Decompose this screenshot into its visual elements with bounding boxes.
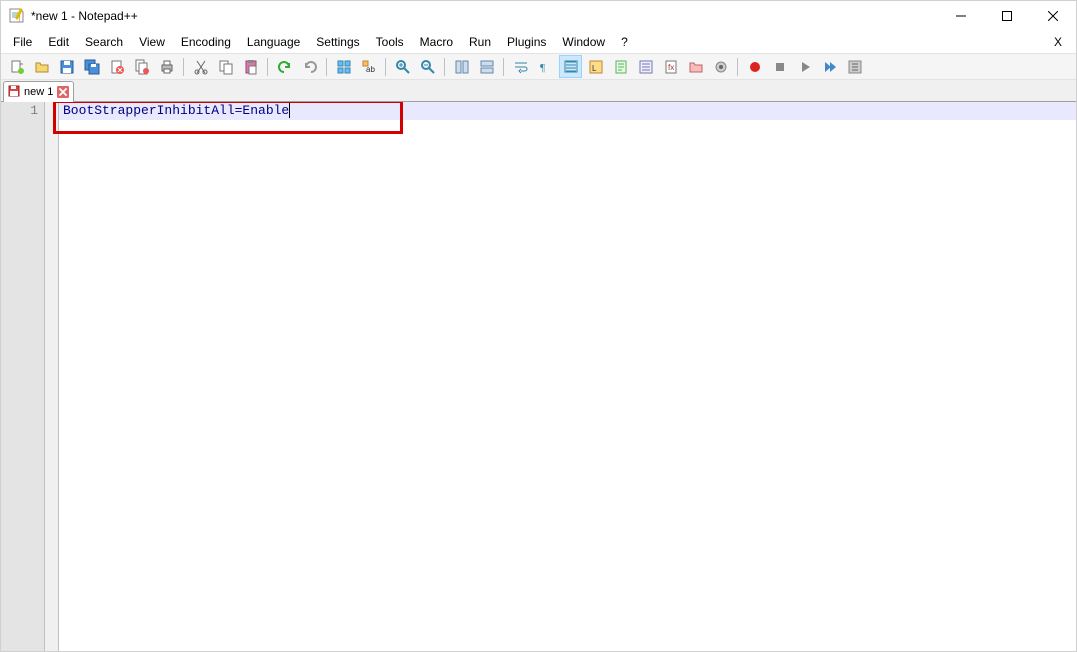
record-macro-button[interactable] bbox=[743, 55, 766, 78]
menu-file[interactable]: File bbox=[5, 33, 40, 51]
window-title: *new 1 - Notepad++ bbox=[31, 9, 138, 23]
doc-map-button[interactable] bbox=[609, 55, 632, 78]
wordwrap-button[interactable] bbox=[509, 55, 532, 78]
editor[interactable]: 1 BootStrapperInhibitAll=Enable bbox=[1, 102, 1076, 651]
paste-button[interactable] bbox=[239, 55, 262, 78]
menu-run[interactable]: Run bbox=[461, 33, 499, 51]
monitoring-button[interactable] bbox=[709, 55, 732, 78]
save-button[interactable] bbox=[55, 55, 78, 78]
code-text: BootStrapperInhibitAll=Enable bbox=[63, 103, 289, 118]
tabbar: new 1 bbox=[1, 80, 1076, 102]
find-button[interactable] bbox=[332, 55, 355, 78]
replace-button[interactable]: ab bbox=[357, 55, 380, 78]
cut-button[interactable] bbox=[189, 55, 212, 78]
save-all-button[interactable] bbox=[80, 55, 103, 78]
code-area[interactable]: BootStrapperInhibitAll=Enable bbox=[59, 102, 1076, 651]
close-all-button[interactable] bbox=[130, 55, 153, 78]
show-all-chars-button[interactable]: ¶ bbox=[534, 55, 557, 78]
menu-help[interactable]: ? bbox=[613, 33, 636, 51]
close-button[interactable] bbox=[1030, 1, 1076, 31]
menu-settings[interactable]: Settings bbox=[308, 33, 367, 51]
tab-label: new 1 bbox=[24, 86, 53, 98]
caret bbox=[289, 103, 290, 118]
stop-macro-button[interactable] bbox=[768, 55, 791, 78]
undo-button[interactable] bbox=[273, 55, 296, 78]
menu-edit[interactable]: Edit bbox=[40, 33, 77, 51]
play-multi-button[interactable] bbox=[818, 55, 841, 78]
code-line[interactable]: BootStrapperInhibitAll=Enable bbox=[59, 102, 1076, 120]
menu-language[interactable]: Language bbox=[239, 33, 308, 51]
svg-text:fx: fx bbox=[668, 63, 674, 72]
open-file-button[interactable] bbox=[30, 55, 53, 78]
menu-search[interactable]: Search bbox=[77, 33, 131, 51]
menu-view[interactable]: View bbox=[131, 33, 173, 51]
new-file-button[interactable] bbox=[5, 55, 28, 78]
zoom-in-button[interactable] bbox=[391, 55, 414, 78]
toolbar: ab ¶ L fx bbox=[1, 53, 1076, 80]
svg-text:¶: ¶ bbox=[540, 62, 545, 74]
line-number: 1 bbox=[1, 102, 38, 120]
folder-workspace-button[interactable] bbox=[684, 55, 707, 78]
doc-list-button[interactable] bbox=[634, 55, 657, 78]
play-macro-button[interactable] bbox=[793, 55, 816, 78]
close-file-button[interactable] bbox=[105, 55, 128, 78]
udl-button[interactable]: L bbox=[584, 55, 607, 78]
app-icon bbox=[9, 8, 25, 24]
titlebar: *new 1 - Notepad++ bbox=[1, 1, 1076, 31]
svg-text:L: L bbox=[592, 64, 597, 73]
minimize-button[interactable] bbox=[938, 1, 984, 31]
redo-button[interactable] bbox=[298, 55, 321, 78]
zoom-out-button[interactable] bbox=[416, 55, 439, 78]
menubar: File Edit Search View Encoding Language … bbox=[1, 31, 1076, 53]
menu-close-x[interactable]: X bbox=[1044, 35, 1072, 49]
maximize-button[interactable] bbox=[984, 1, 1030, 31]
menu-plugins[interactable]: Plugins bbox=[499, 33, 554, 51]
save-macro-button[interactable] bbox=[843, 55, 866, 78]
svg-text:ab: ab bbox=[366, 65, 375, 74]
fold-column bbox=[45, 102, 59, 651]
menu-macro[interactable]: Macro bbox=[412, 33, 461, 51]
print-button[interactable] bbox=[155, 55, 178, 78]
menu-tools[interactable]: Tools bbox=[368, 33, 412, 51]
sync-h-button[interactable] bbox=[475, 55, 498, 78]
tab-close-button[interactable] bbox=[57, 86, 69, 98]
func-list-button[interactable]: fx bbox=[659, 55, 682, 78]
menu-window[interactable]: Window bbox=[554, 33, 613, 51]
tab-new-1[interactable]: new 1 bbox=[3, 81, 74, 102]
copy-button[interactable] bbox=[214, 55, 237, 78]
sync-v-button[interactable] bbox=[450, 55, 473, 78]
indent-guide-button[interactable] bbox=[559, 55, 582, 78]
unsaved-icon bbox=[8, 85, 20, 100]
menu-encoding[interactable]: Encoding bbox=[173, 33, 239, 51]
gutter: 1 bbox=[1, 102, 45, 651]
